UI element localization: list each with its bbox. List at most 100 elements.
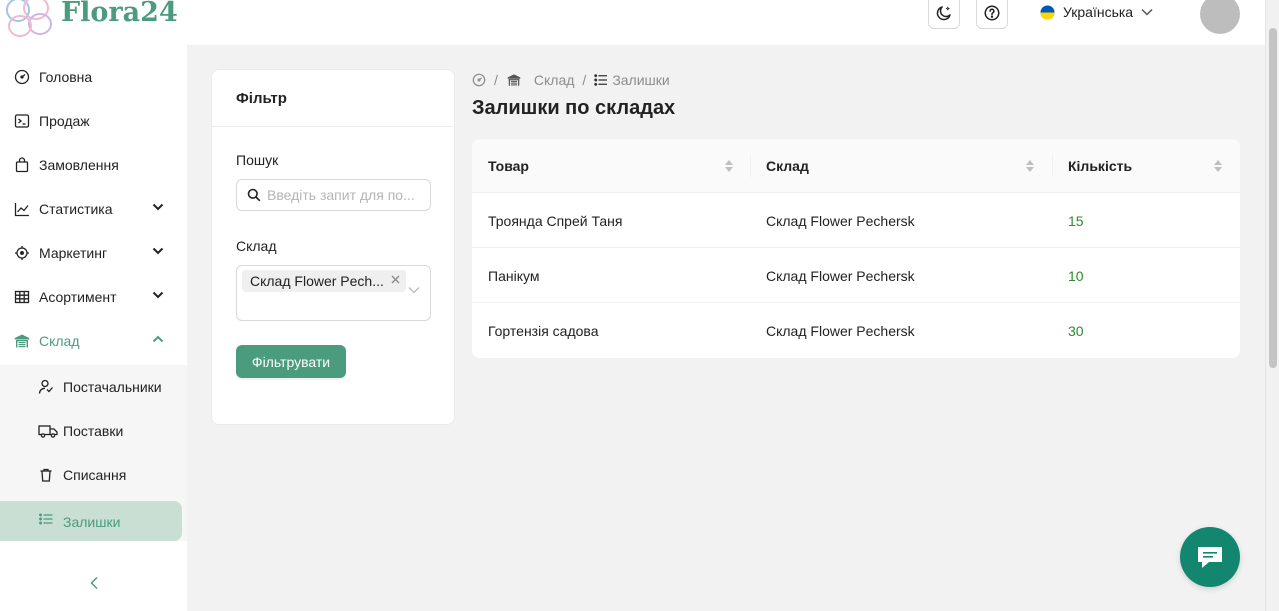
question-icon [984,5,1000,20]
terminal-icon [14,114,30,128]
breadcrumb-warehouse-link[interactable]: Склад [534,72,575,88]
top-header: Flora24 Українська [0,0,1265,45]
list-icon [39,513,53,525]
aim-icon [15,246,29,260]
dashboard-gauge-icon[interactable] [472,73,486,87]
column-divider [750,155,751,177]
tag-label: Склад Flower Pech... [250,273,384,289]
warehouse-icon [14,334,30,348]
warehouse-label: Склад [236,238,277,254]
sort-icon[interactable] [1213,159,1223,173]
sidebar-item-label: Склад [39,333,80,349]
cell-product: Гортензія садова [488,322,599,339]
line-chart-icon [14,203,29,217]
trash-icon [40,468,52,482]
sidebar-item-label: Асортимент [39,289,117,305]
column-header-warehouse[interactable]: Склад [766,139,809,193]
chat-button[interactable] [1180,527,1240,587]
truck-icon [38,425,58,438]
sidebar-item-sales[interactable]: Продаж [0,101,187,141]
theme-toggle-button[interactable] [928,0,960,29]
sidebar-item-label: Постачальники [63,379,162,395]
moon-icon [936,5,951,20]
sidebar-item-suppliers[interactable]: Постачальники [0,365,187,409]
chevron-down-icon [408,287,420,294]
divider [212,126,454,127]
filter-title: Фільтр [236,90,287,107]
cell-quantity: 15 [1068,212,1084,229]
chevron-down-icon [152,203,164,211]
table-icon [14,290,30,304]
sidebar-item-label: Головна [39,69,93,85]
chat-bubble-icon [1198,547,1222,568]
filter-card: Фільтр Пошук Склад Склад Flower Pech... … [211,69,455,425]
sidebar-item-write-offs[interactable]: Списання [0,453,187,497]
table-row[interactable]: Панікум Склад Flower Pechersk 10 [472,248,1240,303]
table-row[interactable]: Троянда Спрей Таня Склад Flower Pechersk… [472,193,1240,248]
sidebar-collapse-button[interactable] [0,558,187,608]
table-row[interactable]: Гортензія садова Склад Flower Pechersk 3… [472,303,1240,358]
language-label: Українська [1063,4,1134,20]
cell-quantity: 10 [1068,267,1084,284]
sidebar-item-orders[interactable]: Замовлення [0,145,187,185]
sidebar-item-label: Залишки [63,514,121,530]
app-name: Flora24 [61,0,178,28]
sidebar-item-home[interactable]: Головна [0,57,187,97]
search-icon [247,188,261,202]
avatar[interactable] [1200,0,1240,34]
cell-quantity: 30 [1068,322,1084,339]
sort-icon[interactable] [724,159,734,173]
table-header: Товар Склад Кількість [472,139,1240,193]
sidebar-item-label: Маркетинг [39,245,108,261]
filter-button[interactable]: Фільтрувати [236,345,346,378]
supplier-user-icon [38,379,53,394]
language-selector[interactable]: Українська [1040,4,1153,20]
sidebar-item-label: Списання [63,467,127,483]
dashboard-gauge-icon [14,69,30,85]
sidebar: Головна Продаж Замовлення Статистика Мар… [0,45,187,611]
warehouse-select[interactable]: Склад Flower Pech... [236,265,431,321]
close-icon[interactable] [391,275,400,284]
sidebar-item-marketing[interactable]: Маркетинг [0,233,187,273]
breadcrumb: / Склад / Залишки [472,72,670,88]
search-label: Пошук [236,152,279,168]
search-input[interactable] [267,187,422,203]
stock-table: Товар Склад Кількість Троянда Спрей Таня… [472,139,1240,358]
chevron-up-icon [152,335,164,343]
sidebar-item-label: Продаж [39,113,90,129]
cell-product: Троянда Спрей Таня [488,212,623,229]
column-divider [1052,155,1053,177]
logo-flower-icon [6,0,52,37]
page-scrollbar[interactable] [1265,0,1279,611]
cell-warehouse: Склад Flower Pechersk [766,267,915,284]
sidebar-item-label: Поставки [63,423,124,439]
sidebar-item-label: Статистика [39,201,113,217]
breadcrumb-separator: / [494,72,498,88]
list-icon [594,74,608,86]
breadcrumb-separator: / [582,72,587,88]
sidebar-item-label: Замовлення [39,157,119,173]
sidebar-item-deliveries[interactable]: Поставки [0,409,187,453]
sort-icon[interactable] [1025,159,1035,173]
sidebar-item-statistics[interactable]: Статистика [0,189,187,229]
chevron-down-icon [1141,8,1153,16]
sidebar-item-assortment[interactable]: Асортимент [0,277,187,317]
search-field[interactable] [236,179,431,211]
breadcrumb-current: Залишки [612,72,670,88]
cell-warehouse: Склад Flower Pechersk [766,212,915,229]
column-header-product[interactable]: Товар [488,139,529,193]
page-title: Залишки по складах [472,97,676,119]
selected-warehouse-tag: Склад Flower Pech... [242,270,406,292]
scrollbar-thumb[interactable] [1269,28,1277,368]
shopping-bag-icon [15,157,29,173]
chevron-down-icon [152,291,164,299]
sidebar-item-warehouse[interactable]: Склад [0,321,187,361]
ukraine-flag-icon [1040,4,1055,20]
cell-product: Панікум [488,267,540,284]
cell-warehouse: Склад Flower Pechersk [766,322,915,339]
help-button[interactable] [976,0,1008,29]
chevron-down-icon [152,247,164,255]
sidebar-item-stock[interactable]: Залишки [0,497,187,541]
chevron-left-icon [89,576,98,590]
column-header-quantity[interactable]: Кількість [1068,139,1132,193]
